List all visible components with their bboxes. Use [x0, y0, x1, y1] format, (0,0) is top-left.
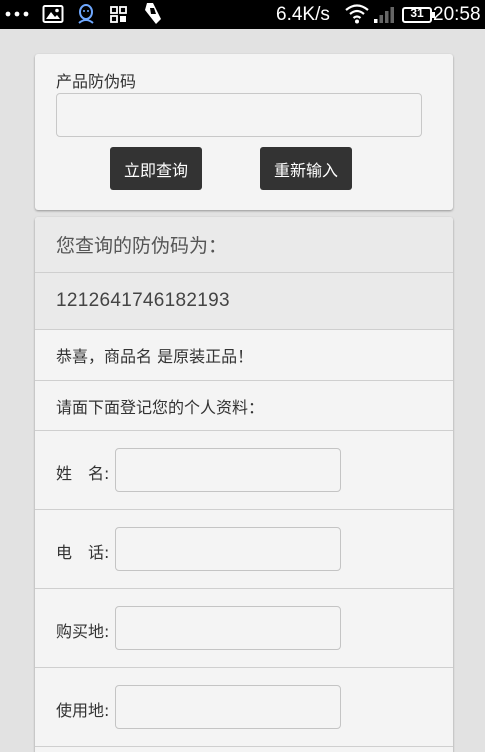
query-card: 产品防伪码 立即查询 重新输入	[35, 54, 453, 210]
result-card: 您查询的防伪码为： 1212641746182193 恭喜，商品名 是原装正品！…	[35, 217, 453, 752]
form-row-phone: 电 话:	[35, 510, 453, 589]
register-prompt: 请面下面登记您的个人资料：	[56, 397, 265, 417]
result-code: 1212641746182193	[56, 290, 230, 311]
battery-icon: 31	[402, 0, 435, 29]
image-notification-icon	[42, 0, 64, 29]
name-input[interactable]	[115, 448, 341, 492]
form-row-name: 姓 名:	[35, 431, 453, 510]
purchase-place-label: 购买地:	[56, 622, 110, 641]
register-prompt-row: 请面下面登记您的个人资料：	[35, 381, 453, 431]
name-label: 姓 名:	[56, 464, 110, 483]
usage-place-label: 使用地:	[56, 701, 110, 720]
battery-level: 31	[410, 5, 424, 20]
code-label: 产品防伪码	[56, 72, 137, 91]
network-speed: 6.4K/s	[276, 3, 330, 25]
code-input[interactable]	[56, 93, 422, 137]
form-row-usage-place: 使用地:	[35, 668, 453, 747]
more-dots-icon	[5, 0, 31, 29]
usage-place-input[interactable]	[115, 685, 341, 729]
status-bar: 6.4K/s 31 20:58	[0, 0, 485, 29]
result-message: 恭喜，商品名 是原装正品！	[56, 347, 254, 366]
clean-broom-icon	[141, 0, 165, 29]
form-row-purchase-place: 购买地:	[35, 589, 453, 668]
signal-strength-icon	[372, 0, 398, 29]
purchase-place-input[interactable]	[115, 606, 341, 650]
query-button[interactable]: 立即查询	[110, 147, 202, 190]
result-code-row: 1212641746182193	[35, 273, 453, 330]
reset-button[interactable]: 重新输入	[260, 147, 352, 190]
result-heading: 您查询的防伪码为：	[56, 235, 228, 257]
phone-input[interactable]	[115, 527, 341, 571]
wifi-icon	[344, 0, 370, 29]
phone-label: 电 话:	[56, 543, 110, 562]
clock: 20:58	[433, 3, 481, 25]
result-heading-row: 您查询的防伪码为：	[35, 217, 453, 273]
qq-notification-icon	[75, 0, 97, 29]
apps-grid-icon	[109, 0, 129, 29]
result-message-row: 恭喜，商品名 是原装正品！	[35, 330, 453, 381]
